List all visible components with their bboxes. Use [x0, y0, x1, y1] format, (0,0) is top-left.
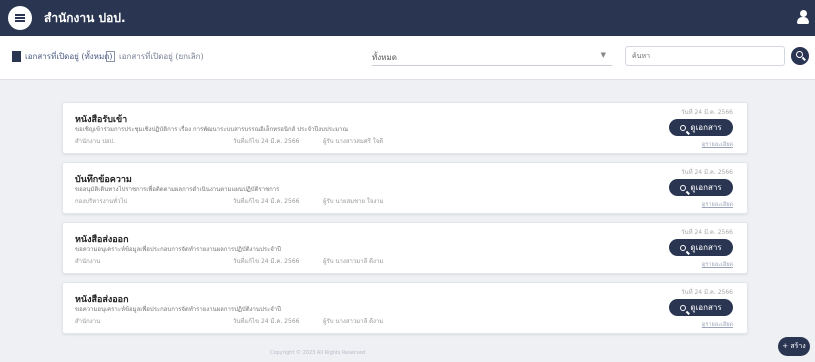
document-card[interactable]: หนังสือส่งออก ขอความอนุเคราะห์ข้อมูลเพื่… — [62, 282, 748, 334]
app-title: สำนักงาน ปอป. — [44, 11, 126, 25]
document-owner: สำนักงาน ปอป. — [75, 138, 116, 145]
menu-icon[interactable] — [8, 6, 32, 30]
chevron-down-icon: ▼ — [600, 51, 606, 59]
details-link[interactable]: ดูรายละเอียด — [702, 261, 733, 269]
category-select-value: ทั้งหมด — [372, 53, 397, 62]
document-date: วันที่ 24 มี.ค. 2566 — [681, 229, 733, 236]
create-button[interactable]: + สร้าง — [778, 337, 810, 356]
button-label: ดูเอกสาร — [690, 183, 722, 192]
view-document-button[interactable]: ดูเอกสาร — [669, 119, 733, 136]
document-description: ขอความอนุเคราะห์ข้อมูลเพื่อประกอบการจัดท… — [75, 306, 281, 313]
document-updated: วันที่แก้ไข 24 มี.ค. 2566 — [233, 258, 300, 265]
document-date: วันที่ 24 มี.ค. 2566 — [681, 289, 733, 296]
document-description: ขอความอนุเคราะห์ข้อมูลเพื่อประกอบการจัดท… — [75, 246, 281, 253]
document-assignee: ผู้รับ นางสาวสมศรี ใจดี — [323, 138, 384, 145]
search-icon — [680, 244, 687, 251]
view-document-button[interactable]: ดูเอกสาร — [669, 179, 733, 196]
top-app-bar: สำนักงาน ปอป. — [0, 0, 815, 36]
document-updated: วันที่แก้ไข 24 มี.ค. 2566 — [233, 198, 300, 205]
search-icon — [680, 184, 687, 191]
document-owner: สำนักงาน — [75, 258, 101, 265]
search-input[interactable] — [625, 46, 785, 66]
document-owner: สำนักงาน — [75, 318, 101, 325]
category-select[interactable]: ทั้งหมด ▼ — [372, 46, 612, 66]
document-updated: วันที่แก้ไข 24 มี.ค. 2566 — [233, 318, 300, 325]
details-link[interactable]: ดูรายละเอียด — [702, 201, 733, 209]
document-outline-icon — [106, 51, 115, 62]
tab-documents-cancelled[interactable]: เอกสารที่เปิดอยู่ (ยกเลิก) — [106, 50, 204, 63]
search-icon — [680, 124, 687, 131]
details-link[interactable]: ดูรายละเอียด — [702, 321, 733, 329]
view-document-button[interactable]: ดูเอกสาร — [669, 299, 733, 316]
document-updated: วันที่แก้ไข 24 มี.ค. 2566 — [233, 138, 300, 145]
footer-copyright: Copyright © 2023 All Rights Reserved — [270, 350, 366, 356]
document-description: ขออนุมัติเดินทางไปราชการเพื่อติดตามผลการ… — [75, 186, 280, 193]
button-label: ดูเอกสาร — [690, 243, 722, 252]
document-card[interactable]: บันทึกข้อความ ขออนุมัติเดินทางไปราชการเพ… — [62, 162, 748, 214]
filter-toolbar: เอกสารที่เปิดอยู่ (ทั้งหมด) เอกสารที่เปิ… — [0, 36, 815, 80]
button-label: ดูเอกสาร — [690, 303, 722, 312]
tab-documents-all[interactable]: เอกสารที่เปิดอยู่ (ทั้งหมด) — [12, 50, 113, 63]
user-account-icon[interactable] — [796, 9, 810, 25]
document-card[interactable]: หนังสือรับเข้า ขอเชิญเข้าร่วมการประชุมเช… — [62, 102, 748, 154]
button-label: ดูเอกสาร — [690, 123, 722, 132]
search-icon — [796, 51, 803, 58]
tab-label: เอกสารที่เปิดอยู่ (ทั้งหมด) — [25, 52, 113, 61]
document-card[interactable]: หนังสือส่งออก ขอความอนุเคราะห์ข้อมูลเพื่… — [62, 222, 748, 274]
document-assignee: ผู้รับ นางสาวมาลี ดีงาม — [323, 318, 384, 325]
document-date: วันที่ 24 มี.ค. 2566 — [681, 169, 733, 176]
document-assignee: ผู้รับ นายสมชาย ใจงาม — [323, 198, 384, 205]
view-document-button[interactable]: ดูเอกสาร — [669, 239, 733, 256]
document-assignee: ผู้รับ นางสาวมาลี ดีงาม — [323, 258, 384, 265]
search-button[interactable] — [791, 47, 809, 65]
search-icon — [680, 304, 687, 311]
tab-label: เอกสารที่เปิดอยู่ (ยกเลิก) — [119, 52, 204, 61]
document-icon — [12, 51, 21, 62]
document-owner: กองบริหารงานทั่วไป — [75, 198, 128, 205]
document-description: ขอเชิญเข้าร่วมการประชุมเชิงปฏิบัติการ เร… — [75, 126, 349, 133]
document-date: วันที่ 24 มี.ค. 2566 — [681, 109, 733, 116]
details-link[interactable]: ดูรายละเอียด — [702, 141, 733, 149]
